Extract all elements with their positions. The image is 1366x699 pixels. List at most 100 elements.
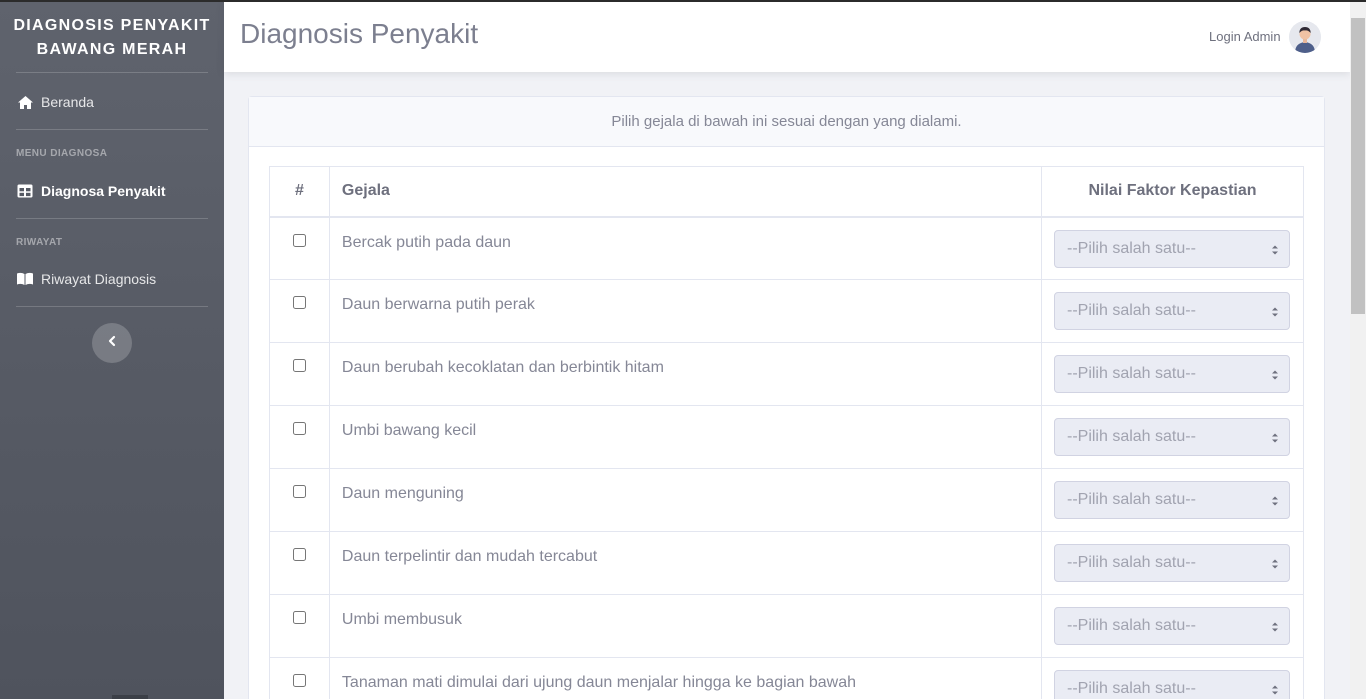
page-scrollbar[interactable]	[1350, 2, 1366, 699]
table-row: Daun terpelintir dan mudah tercabut --Pil…	[269, 531, 1305, 595]
row-select-cell: --Pilih salah satu--	[1040, 279, 1305, 343]
row-checkbox-cell	[269, 405, 330, 469]
diagnosis-card: Pilih gejala di bawah ini sesuai dengan …	[248, 96, 1325, 699]
gejala-text: Tanaman mati dimulai dari ujung daun men…	[328, 657, 1042, 699]
table-icon	[16, 183, 34, 199]
table-header-row: # Gejala Nilai Faktor Kepastian	[269, 166, 1305, 218]
faktor-kepastian-select[interactable]: --Pilih salah satu--	[1053, 292, 1290, 330]
sidebar-item-beranda[interactable]: Beranda	[16, 91, 94, 113]
table-row: Daun berubah kecoklatan dan berbintik hi…	[269, 342, 1305, 406]
row-checkbox-cell	[269, 279, 330, 343]
column-header-gejala: Gejala	[328, 166, 1042, 218]
sort-caret-icon	[1271, 243, 1279, 257]
sort-caret-icon	[1271, 368, 1279, 382]
brand-line-2: BAWANG MERAH	[36, 41, 188, 58]
sort-caret-icon	[1271, 431, 1279, 445]
window-top-border	[0, 0, 1366, 2]
chevron-left-icon	[107, 334, 117, 352]
sidebar-brand[interactable]: DIAGNOSIS PENYAKIT BAWANG MERAH	[0, 14, 224, 62]
row-checkbox-cell	[269, 657, 330, 699]
faktor-kepastian-select[interactable]: --Pilih salah satu--	[1053, 544, 1290, 582]
sidebar-item-label: Beranda	[41, 94, 94, 110]
sort-caret-icon	[1271, 683, 1279, 697]
table-row: Daun menguning --Pilih salah satu--	[269, 468, 1305, 532]
faktor-kepastian-select[interactable]: --Pilih salah satu--	[1053, 355, 1290, 393]
gejala-checkbox[interactable]	[292, 296, 306, 309]
select-placeholder: --Pilih salah satu--	[1066, 239, 1196, 257]
row-select-cell: --Pilih salah satu--	[1040, 342, 1305, 406]
row-select-cell: --Pilih salah satu--	[1040, 468, 1305, 532]
gejala-text: Daun berwarna putih perak	[328, 279, 1042, 343]
select-placeholder: --Pilih salah satu--	[1066, 365, 1196, 382]
table-row: Tanaman mati dimulai dari ujung daun men…	[269, 657, 1305, 699]
select-placeholder: --Pilih salah satu--	[1066, 491, 1196, 508]
sort-caret-icon	[1271, 305, 1279, 319]
sidebar-heading-diagnosa: MENU DIAGNOSA	[16, 148, 108, 159]
row-checkbox-cell	[269, 531, 330, 595]
sidebar-item-riwayat[interactable]: Riwayat Diagnosis	[16, 268, 156, 290]
row-select-cell: --Pilih salah satu--	[1040, 531, 1305, 595]
sidebar-divider	[16, 306, 208, 307]
book-icon	[16, 271, 34, 287]
faktor-kepastian-select[interactable]: --Pilih salah satu--	[1053, 670, 1290, 699]
sidebar-heading-riwayat: RIWAYAT	[16, 237, 63, 248]
row-checkbox-cell	[269, 342, 330, 406]
table-row: Daun berwarna putih perak --Pilih salah s…	[269, 279, 1305, 343]
gejala-checkbox[interactable]	[292, 485, 306, 498]
sidebar-item-label: Diagnosa Penyakit	[41, 183, 166, 199]
column-header-num: #	[269, 166, 330, 218]
select-placeholder: --Pilih salah satu--	[1066, 428, 1196, 445]
gejala-text: Umbi membusuk	[328, 594, 1042, 658]
gejala-text: Daun menguning	[328, 468, 1042, 532]
faktor-kepastian-select[interactable]: --Pilih salah satu--	[1053, 607, 1290, 645]
table-row: Bercak putih pada daun --Pilih salah satu…	[269, 216, 1305, 280]
sidebar-item-label: Riwayat Diagnosis	[41, 271, 157, 287]
gejala-checkbox[interactable]	[292, 422, 306, 435]
gejala-checkbox[interactable]	[292, 233, 306, 247]
row-select-cell: --Pilih salah satu--	[1040, 216, 1305, 280]
row-select-cell: --Pilih salah satu--	[1040, 594, 1305, 658]
gejala-text: Bercak putih pada daun	[328, 216, 1042, 280]
sidebar-divider	[16, 218, 208, 219]
faktor-kepastian-select[interactable]: --Pilih salah satu--	[1053, 481, 1290, 519]
instruction-text: Pilih gejala di bawah ini sesuai dengan …	[611, 113, 962, 130]
sort-caret-icon	[1271, 557, 1279, 571]
table-row: Umbi membusuk --Pilih salah satu--	[269, 594, 1305, 658]
sort-caret-icon	[1271, 494, 1279, 508]
login-admin-link[interactable]: Login Admin	[1209, 29, 1281, 44]
sidebar-divider	[16, 129, 208, 130]
faktor-kepastian-select[interactable]: --Pilih salah satu--	[1053, 418, 1290, 456]
gejala-text: Daun terpelintir dan mudah tercabut	[328, 531, 1042, 595]
gejala-checkbox[interactable]	[292, 548, 306, 561]
row-checkbox-cell	[269, 216, 330, 280]
home-icon	[16, 94, 34, 110]
scrollbar-thumb[interactable]	[1351, 18, 1365, 314]
sidebar-scroll-marker	[112, 695, 148, 699]
page-title: Diagnosis Penyakit	[240, 18, 479, 49]
row-checkbox-cell	[269, 468, 330, 532]
sidebar-divider	[16, 72, 208, 73]
avatar[interactable]	[1289, 21, 1321, 53]
row-checkbox-cell	[269, 594, 330, 658]
faktor-kepastian-select[interactable]: --Pilih salah satu--	[1053, 229, 1290, 268]
gejala-checkbox[interactable]	[292, 674, 306, 687]
gejala-text: Umbi bawang kecil	[328, 405, 1042, 469]
sidebar: DIAGNOSIS PENYAKIT BAWANG MERAH Beranda …	[0, 0, 224, 699]
table-row: Umbi bawang kecil --Pilih salah satu--	[269, 405, 1305, 469]
topbar: Diagnosis Penyakit Login Admin	[224, 2, 1350, 72]
row-select-cell: --Pilih salah satu--	[1040, 657, 1305, 699]
gejala-checkbox[interactable]	[292, 359, 306, 372]
select-placeholder: --Pilih salah satu--	[1066, 617, 1196, 634]
sidebar-toggle-button[interactable]	[92, 323, 132, 363]
gejala-text: Daun berubah kecoklatan dan berbintik hi…	[328, 342, 1042, 406]
column-header-nilai: Nilai Faktor Kepastian	[1040, 166, 1305, 218]
sort-caret-icon	[1271, 620, 1279, 634]
select-placeholder: --Pilih salah satu--	[1066, 554, 1196, 571]
brand-line-1: DIAGNOSIS PENYAKIT	[13, 17, 211, 34]
select-placeholder: --Pilih salah satu--	[1066, 302, 1196, 319]
gejala-checkbox[interactable]	[292, 611, 306, 624]
sidebar-item-diagnosa[interactable]: Diagnosa Penyakit	[16, 180, 166, 202]
row-select-cell: --Pilih salah satu--	[1040, 405, 1305, 469]
select-placeholder: --Pilih salah satu--	[1066, 680, 1196, 697]
card-header: Pilih gejala di bawah ini sesuai dengan …	[249, 97, 1324, 147]
